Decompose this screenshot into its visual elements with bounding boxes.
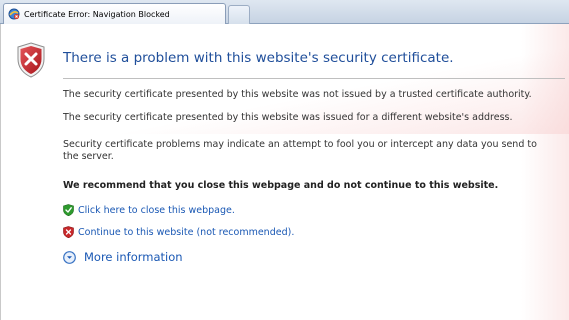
address-mismatch-text: The security certificate presented by th… xyxy=(63,112,513,123)
divider xyxy=(63,78,565,79)
error-page: There is a problem with this website's s… xyxy=(0,24,569,320)
ie-error-icon xyxy=(8,8,20,20)
tab-title: Certificate Error: Navigation Blocked xyxy=(24,9,170,19)
page-title: There is a problem with this website's s… xyxy=(63,50,454,66)
more-information-label: More information xyxy=(84,250,183,264)
close-webpage-row: Click here to close this webpage. xyxy=(63,204,235,216)
new-tab-button[interactable] xyxy=(228,5,250,24)
recommendation-text: We recommend that you close this webpage… xyxy=(63,180,499,191)
more-information-toggle[interactable]: More information xyxy=(63,250,183,264)
red-shield-x-icon xyxy=(16,42,46,78)
continue-website-row: Continue to this website (not recommende… xyxy=(63,226,294,238)
risk-explanation-text: Security certificate problems may indica… xyxy=(63,139,537,162)
close-webpage-link[interactable]: Click here to close this webpage. xyxy=(78,205,235,216)
trust-warning-text: The security certificate presented by th… xyxy=(63,89,532,100)
expand-circle-icon xyxy=(63,250,76,264)
tab-certificate-error[interactable]: Certificate Error: Navigation Blocked xyxy=(3,3,226,24)
tab-bar: Certificate Error: Navigation Blocked xyxy=(0,0,569,24)
red-shield-x-icon xyxy=(63,226,74,238)
green-shield-check-icon xyxy=(63,204,74,216)
continue-to-website-link[interactable]: Continue to this website (not recommende… xyxy=(78,227,294,238)
